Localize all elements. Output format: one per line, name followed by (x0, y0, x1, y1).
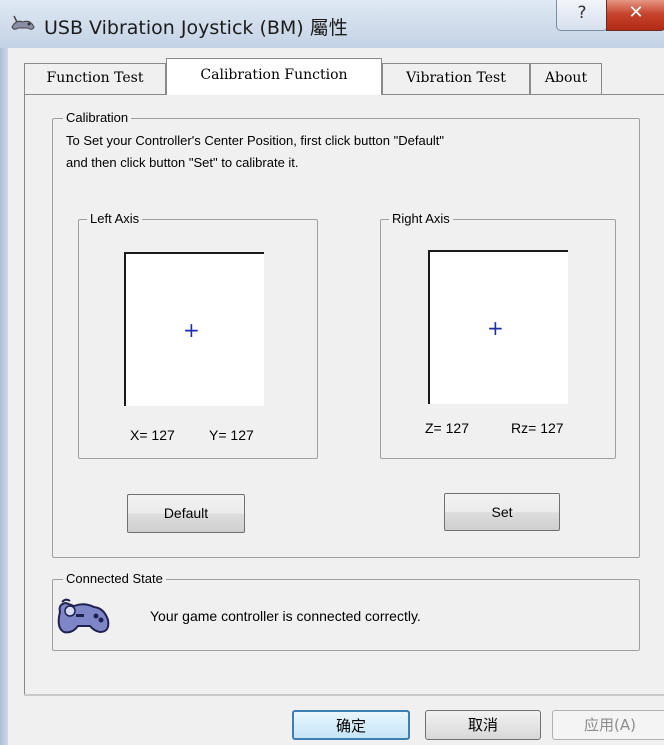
z-value: 127 (445, 420, 469, 436)
apply-button[interactable]: 应用(A) (552, 710, 664, 740)
connection-status: Your game controller is connected correc… (150, 608, 421, 624)
close-button[interactable]: ✕ (606, 0, 664, 31)
joystick-icon (11, 15, 35, 30)
right-axis-plot: + (428, 250, 568, 404)
calibration-group-label: Calibration (63, 110, 132, 126)
right-axis-label: Right Axis (389, 211, 453, 227)
panel-divider (24, 694, 664, 696)
left-axis-x-readout: X= 127 (130, 427, 175, 443)
left-axis-crosshair: + (183, 318, 200, 342)
rz-label: Rz= (511, 420, 537, 436)
help-button[interactable]: ? (556, 0, 608, 31)
y-label: Y= (209, 427, 227, 443)
x-label: X= (130, 427, 148, 443)
tab-vibration-test[interactable]: Vibration Test (382, 63, 530, 94)
right-axis-z-readout: Z= 127 (425, 420, 469, 436)
connected-state-label: Connected State (63, 571, 166, 587)
left-axis-y-readout: Y= 127 (209, 427, 254, 443)
z-label: Z= (425, 420, 442, 436)
gamepad-icon (57, 598, 110, 634)
cancel-button[interactable]: 取消 (425, 710, 541, 740)
window-title: USB Vibration Joystick (BM) 屬性 (44, 17, 348, 39)
tab-function-test[interactable]: Function Test (24, 63, 166, 94)
set-button[interactable]: Set (444, 493, 560, 531)
calibration-instructions-line1: To Set your Controller's Center Position… (66, 133, 445, 148)
right-axis-crosshair: + (487, 316, 504, 340)
x-value: 127 (151, 427, 175, 443)
left-axis-plot: + (124, 252, 264, 406)
rz-value: 127 (540, 420, 564, 436)
ok-button[interactable]: 确定 (292, 710, 410, 740)
calibration-instructions-line2: and then click button "Set" to calibrate… (66, 155, 299, 170)
title-bar: USB Vibration Joystick (BM) 屬性 ? ✕ (0, 0, 664, 48)
tab-calibration-function[interactable]: Calibration Function (166, 58, 382, 95)
window-frame (0, 48, 8, 745)
default-button[interactable]: Default (127, 494, 245, 533)
y-value: 127 (230, 427, 254, 443)
tab-about[interactable]: About (530, 63, 602, 94)
right-axis-rz-readout: Rz= 127 (511, 420, 564, 436)
left-axis-label: Left Axis (87, 211, 143, 227)
